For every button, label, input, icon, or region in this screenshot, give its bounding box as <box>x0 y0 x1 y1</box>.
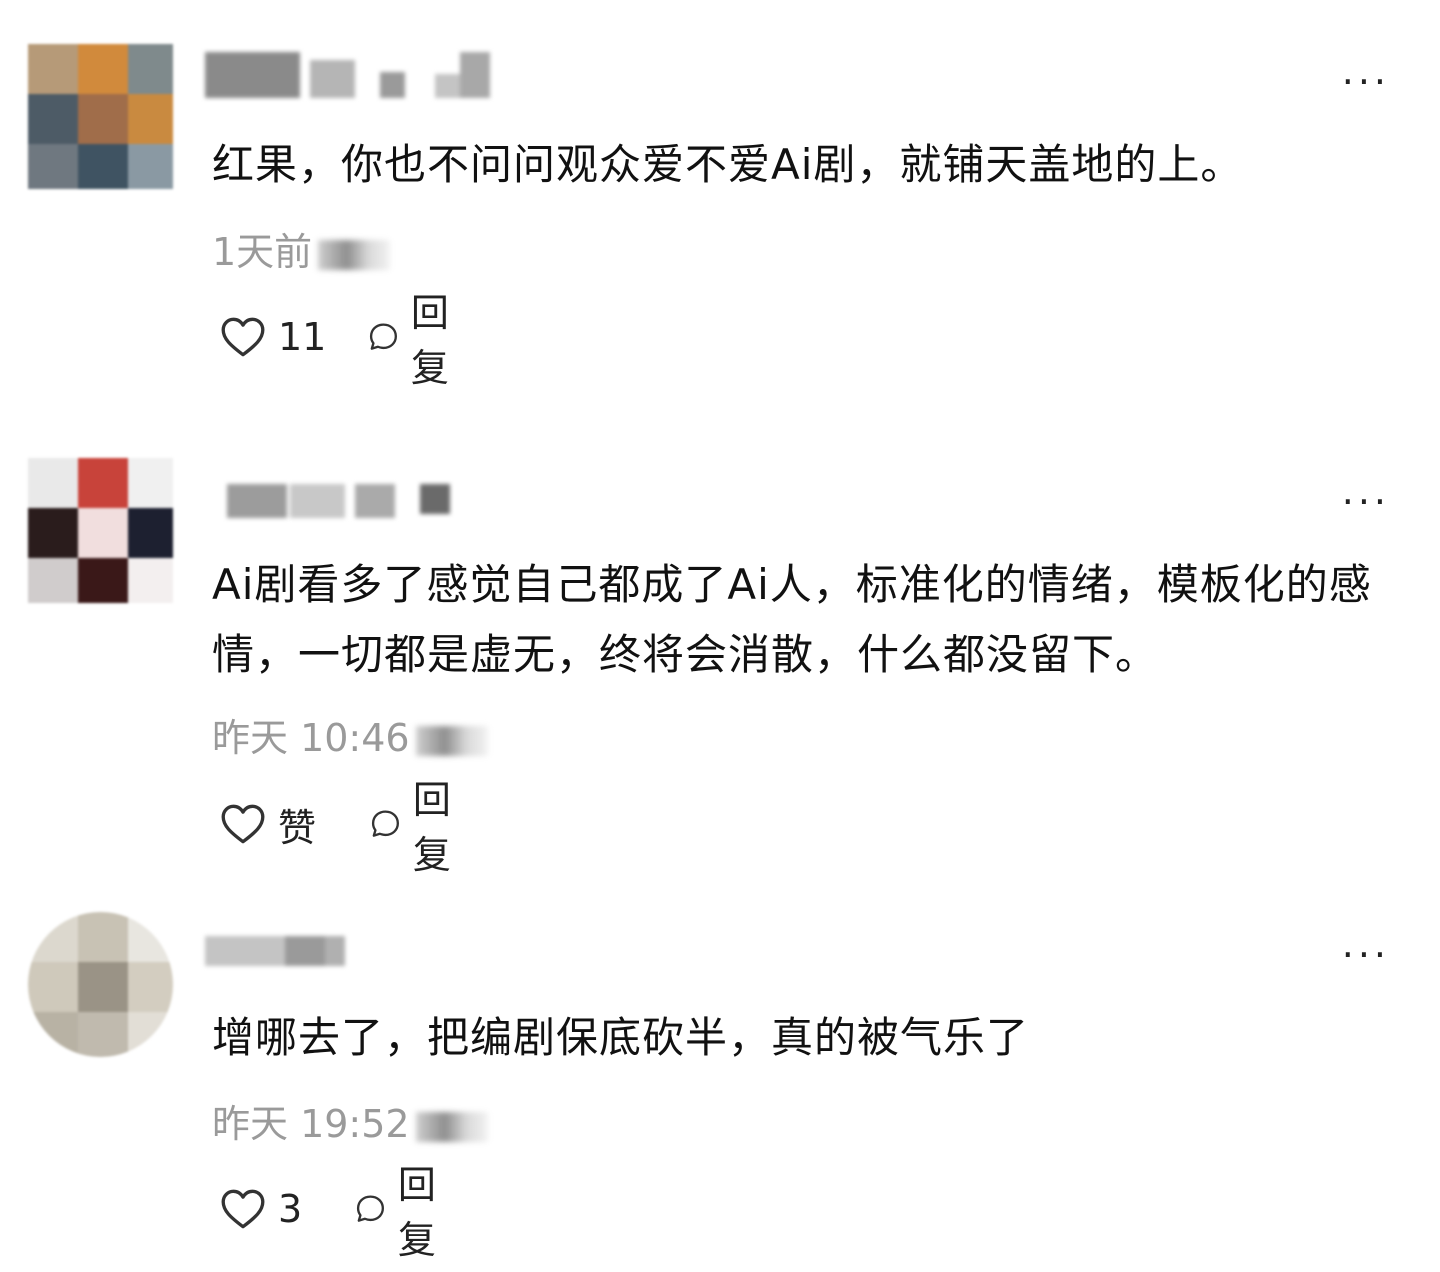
heart-icon <box>221 804 265 844</box>
like-button[interactable]: 赞 <box>218 797 316 851</box>
comment-time: 昨天 19:52 <box>212 1102 410 1146</box>
comment-time: 1天前 <box>212 230 313 274</box>
like-button[interactable]: 3 <box>218 1182 302 1236</box>
avatar[interactable] <box>28 44 173 189</box>
reply-button[interactable]: 回复 <box>353 1163 451 1262</box>
comment-meta: 1天前 <box>212 230 391 274</box>
speech-bubble-icon <box>371 810 399 837</box>
like-button[interactable]: 11 <box>218 310 326 364</box>
comment-text: 增哪去了，把编剧保底砍半，真的被气乐了 <box>212 1013 1030 1062</box>
reply-button[interactable]: 回复 <box>368 778 466 877</box>
reply-button[interactable]: 回复 <box>366 291 464 390</box>
location-blurred <box>415 1111 488 1142</box>
avatar[interactable] <box>28 458 173 603</box>
heart-icon <box>221 1189 265 1229</box>
more-options-button[interactable]: ··· <box>1342 483 1390 521</box>
username[interactable] <box>205 932 505 978</box>
reply-label: 回复 <box>412 778 451 877</box>
comment-meta: 昨天 10:46 <box>212 716 488 760</box>
location-blurred <box>415 725 488 756</box>
comment-text: Ai剧看多了感觉自己都成了Ai人，标准化的情绪，模板化的感情，一切都是虚无，终将… <box>212 560 1372 679</box>
comment-meta: 昨天 19:52 <box>212 1102 488 1146</box>
location-blurred <box>318 239 391 270</box>
username[interactable] <box>205 52 505 98</box>
comment-time: 昨天 10:46 <box>212 716 410 760</box>
more-options-button[interactable]: ··· <box>1342 63 1390 101</box>
like-count: 3 <box>278 1187 303 1231</box>
comment-text: 红果，你也不问问观众爱不爱Ai剧，就铺天盖地的上。 <box>212 140 1244 189</box>
speech-bubble-icon <box>356 1195 384 1222</box>
comment-item: ··· 增哪去了，把编剧保底砍半，真的被气乐了 昨天 19:52 3 回复 <box>0 890 1440 1272</box>
reply-label: 回复 <box>397 1163 436 1262</box>
comment-item: ··· 红果，你也不问问观众爱不爱Ai剧，就铺天盖地的上。 1天前 11 回复 <box>0 0 1440 400</box>
more-options-button[interactable]: ··· <box>1342 936 1390 974</box>
like-label: 赞 <box>278 805 317 850</box>
username[interactable] <box>205 480 505 526</box>
like-count: 11 <box>278 315 327 359</box>
speech-bubble-icon <box>369 323 397 350</box>
comment-item: ··· Ai剧看多了感觉自己都成了Ai人，标准化的情绪，模板化的感情，一切都是虚… <box>0 400 1440 890</box>
avatar[interactable] <box>28 912 173 1057</box>
reply-label: 回复 <box>410 291 449 390</box>
heart-icon <box>221 317 265 357</box>
